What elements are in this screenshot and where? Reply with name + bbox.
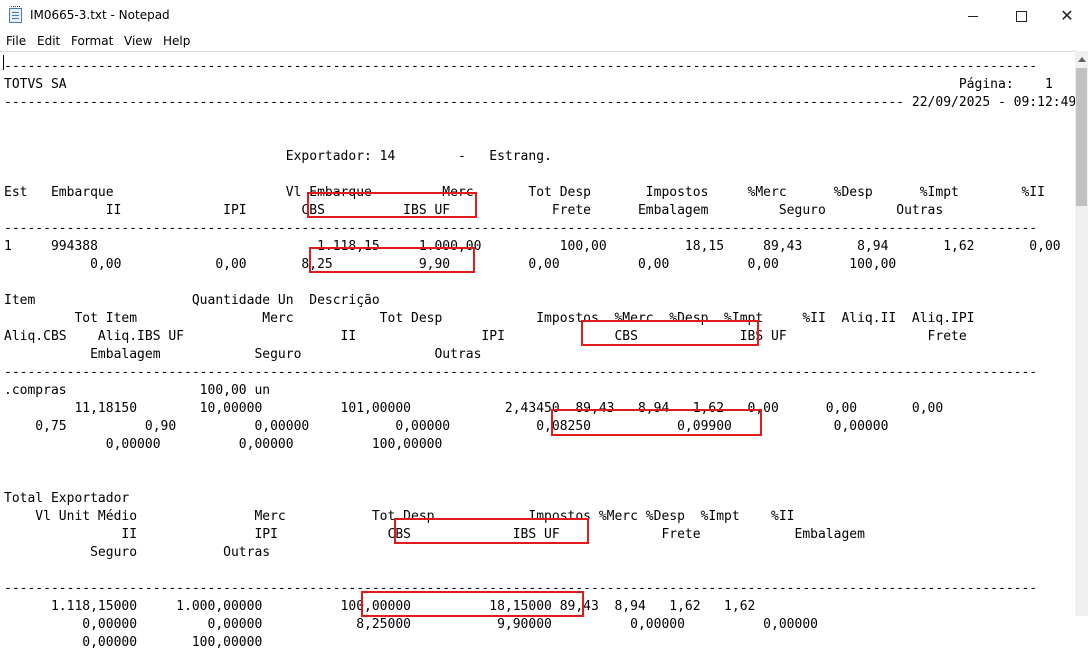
text-line: 11,18150 10,00000 101,00000 2,43450 89,4… bbox=[4, 401, 944, 416]
text-line: Exportador: 14 - Estrang. bbox=[4, 149, 552, 164]
text-line: Item Quantidade Un Descrição bbox=[4, 293, 380, 308]
highlight-box bbox=[361, 591, 584, 617]
minimize-button[interactable] bbox=[950, 0, 996, 31]
menu-view[interactable]: View bbox=[124, 34, 152, 48]
vertical-scrollbar[interactable] bbox=[1075, 51, 1088, 616]
notepad-icon bbox=[9, 6, 22, 23]
text-line: 0,00000 0,00000 100,00000 bbox=[4, 437, 443, 452]
text-line: Embalagem Seguro Outras bbox=[4, 347, 482, 362]
highlight-box bbox=[394, 518, 589, 544]
text-line: 1 994388 1.118,15 1.000,00 100,00 18,15 … bbox=[4, 239, 1061, 254]
text-editor[interactable]: ----------------------------------------… bbox=[0, 51, 1077, 650]
text-line: ----------------------------------------… bbox=[4, 59, 1038, 74]
text-line: 0,00000 0,00000 8,25000 9,90000 0,00000 … bbox=[4, 617, 818, 632]
menu-format[interactable]: Format bbox=[71, 34, 113, 48]
text-line: 0,00000 100,00000 bbox=[4, 635, 263, 650]
text-line: Seguro Outras bbox=[4, 545, 271, 560]
highlight-box bbox=[581, 320, 759, 346]
maximize-button[interactable] bbox=[998, 0, 1044, 31]
text-line: Tot Item Merc Tot Desp Impostos %Merc %D… bbox=[4, 311, 975, 326]
window-title: IM0665-3.txt - Notepad bbox=[30, 8, 170, 22]
close-button[interactable]: ✕ bbox=[1044, 0, 1088, 31]
scroll-up-arrow-icon[interactable] bbox=[1075, 51, 1088, 68]
title-bar[interactable]: IM0665-3.txt - Notepad ✕ bbox=[0, 0, 1088, 31]
text-line: ----------------------------------------… bbox=[4, 365, 1038, 380]
text-line: Aliq.CBS Aliq.IBS UF II IPI CBS IBS UF F… bbox=[4, 329, 967, 344]
text-line: Total Exportador bbox=[4, 491, 130, 506]
minimize-icon bbox=[968, 16, 978, 17]
scroll-thumb[interactable] bbox=[1076, 68, 1087, 206]
text-line: Est Embarque Vl Embarque Merc Tot Desp I… bbox=[4, 185, 1045, 200]
highlight-box bbox=[309, 247, 475, 273]
menu-help[interactable]: Help bbox=[163, 34, 190, 48]
maximize-icon bbox=[1015, 11, 1027, 22]
menu-file[interactable]: File bbox=[6, 34, 26, 48]
menu-edit[interactable]: Edit bbox=[37, 34, 60, 48]
text-line: TOTVS SA Página: 1 bbox=[4, 77, 1053, 92]
text-line: ----------------------------------------… bbox=[4, 221, 1038, 236]
close-icon: ✕ bbox=[1060, 6, 1074, 25]
text-line: .compras 100,00 un bbox=[4, 383, 271, 398]
highlight-box bbox=[551, 409, 762, 436]
menu-bar: File Edit Format View Help bbox=[0, 31, 1088, 51]
text-line: ----------------------------------------… bbox=[4, 95, 1077, 110]
highlight-box bbox=[307, 192, 477, 218]
